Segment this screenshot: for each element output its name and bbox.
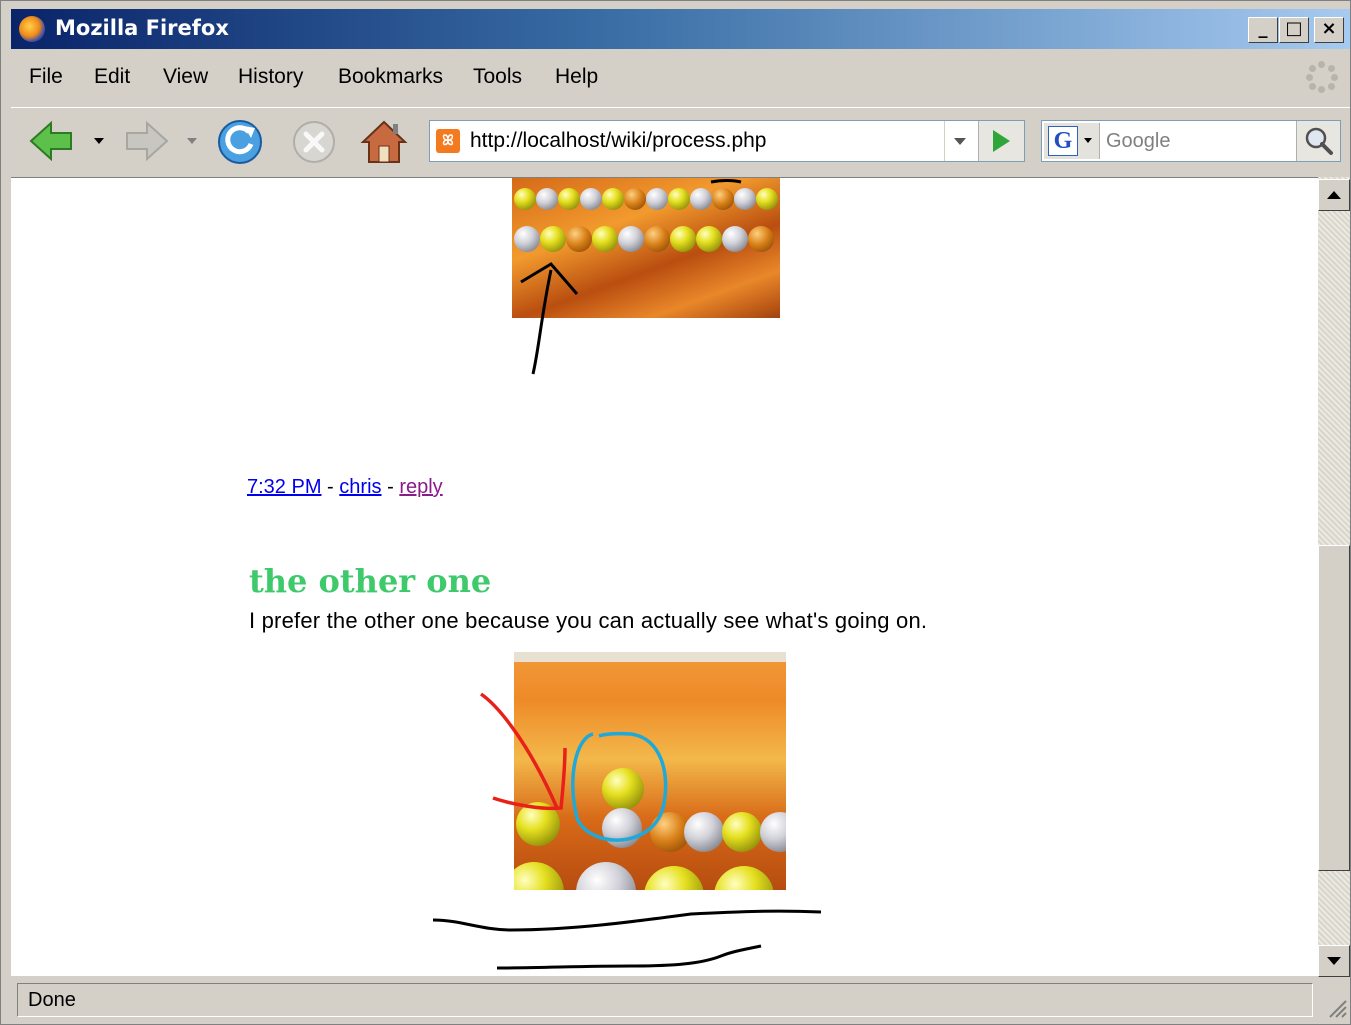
menu-bar: File Edit View History Bookmarks Tools H… [11, 53, 1350, 103]
firefox-logo-icon [19, 16, 45, 42]
stop-button[interactable] [287, 114, 341, 168]
back-arrow-icon [29, 120, 72, 162]
status-panel: Done [17, 983, 1313, 1017]
search-input[interactable] [1106, 121, 1282, 161]
page-content: 7:32 PM - chris - reply the other one I … [11, 177, 1318, 976]
close-button[interactable]: × [1314, 17, 1344, 43]
reload-icon [218, 120, 262, 164]
back-button[interactable] [25, 114, 79, 168]
stop-icon [293, 121, 335, 163]
image-annotations [432, 692, 822, 970]
resize-grip-icon[interactable] [1324, 995, 1348, 1019]
window-title: Mozilla Firefox [55, 16, 229, 40]
browser-window: Mozilla Firefox _ □ × File Edit View His… [0, 0, 1351, 1025]
menu-help[interactable]: Help [555, 65, 598, 89]
home-button[interactable] [357, 114, 411, 168]
scrollbar-thumb[interactable] [1318, 545, 1350, 871]
chevron-down-icon [1084, 138, 1092, 143]
google-engine-icon: G [1048, 126, 1078, 156]
search-engine-selector[interactable]: G [1044, 123, 1100, 159]
menu-view[interactable]: View [163, 65, 208, 89]
status-bar: Done [11, 981, 1350, 1021]
minimize-button[interactable]: _ [1248, 17, 1278, 43]
reload-button[interactable] [213, 114, 267, 168]
xampp-site-icon: ꕤ [436, 129, 460, 153]
menu-file[interactable]: File [29, 65, 63, 89]
vertical-scrollbar[interactable] [1318, 177, 1350, 977]
forward-history-dropdown[interactable] [187, 138, 197, 144]
menu-edit[interactable]: Edit [94, 65, 130, 89]
url-bar[interactable]: ꕤ [429, 120, 1025, 162]
forward-arrow-icon [126, 120, 169, 162]
menu-tools[interactable]: Tools [473, 65, 522, 89]
activity-throbber-icon [1306, 61, 1338, 93]
forward-button[interactable] [119, 114, 173, 168]
menu-bookmarks[interactable]: Bookmarks [338, 65, 443, 89]
navigation-toolbar: ꕤ G [11, 107, 1350, 174]
go-button[interactable] [978, 121, 1024, 161]
title-bar[interactable]: Mozilla Firefox _ □ × [11, 9, 1350, 49]
back-history-dropdown[interactable] [94, 138, 104, 144]
scroll-down-button[interactable] [1318, 945, 1350, 977]
status-text: Done [28, 989, 76, 1011]
search-bar: G [1041, 120, 1341, 162]
scroll-up-button[interactable] [1318, 179, 1350, 211]
url-input[interactable] [470, 121, 940, 161]
magnifier-icon [1305, 127, 1333, 155]
maximize-button[interactable]: □ [1279, 17, 1309, 43]
url-history-dropdown[interactable] [944, 121, 974, 161]
search-button[interactable] [1296, 121, 1340, 161]
menu-history[interactable]: History [238, 65, 303, 89]
home-icon [360, 120, 408, 163]
